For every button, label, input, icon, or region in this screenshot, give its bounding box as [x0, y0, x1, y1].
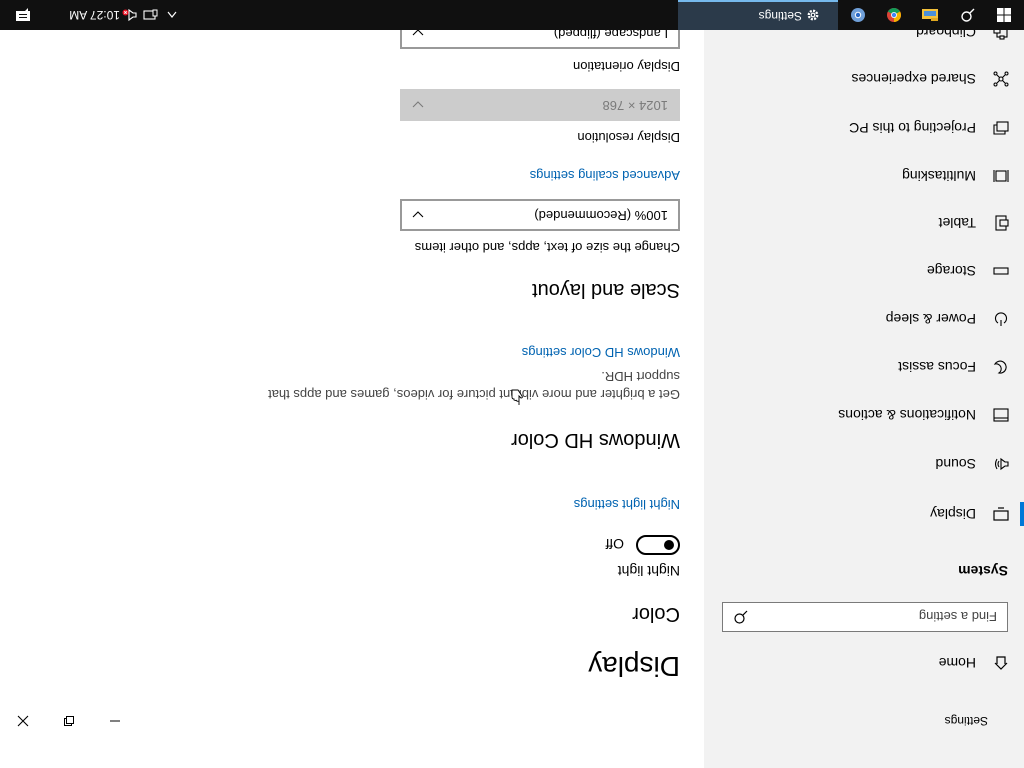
- sidebar-item-label: Multitasking: [902, 168, 976, 184]
- night-light-label: Night light: [617, 563, 680, 579]
- file-explorer-taskbar-button[interactable]: [916, 0, 944, 30]
- chevron-up-icon: [167, 11, 177, 18]
- color-heading: Color: [632, 603, 680, 625]
- scale-layout-heading: Scale and layout: [532, 279, 680, 301]
- power-icon: [992, 310, 1010, 328]
- active-indicator: [1020, 502, 1024, 526]
- sidebar-item-tablet[interactable]: Tablet: [704, 203, 1024, 243]
- sidebar-item-multitasking[interactable]: Multitasking: [704, 156, 1024, 196]
- projecting-icon: [992, 119, 1010, 137]
- resolution-dropdown[interactable]: 1024 × 768: [400, 89, 680, 121]
- active-app-underline: [678, 0, 838, 2]
- section-title: System: [958, 563, 1008, 579]
- chromium-taskbar-button[interactable]: [844, 0, 872, 30]
- hd-color-heading: Windows HD Color: [511, 429, 680, 451]
- sidebar-item-sound[interactable]: Sound: [704, 444, 1024, 484]
- scale-dropdown-value: 100% (Recommended): [534, 208, 668, 223]
- sidebar-item-label: Storage: [926, 263, 976, 279]
- sidebar-item-projecting[interactable]: Projecting to this PC: [704, 108, 1024, 148]
- network-tray-button[interactable]: [140, 0, 160, 30]
- sidebar-item-label: Display: [930, 506, 976, 522]
- screen-rotated-180: Settings Home System Display: [0, 0, 1024, 768]
- toggle-knob: [664, 540, 674, 550]
- hd-color-settings-link[interactable]: Windows HD Color settings: [522, 345, 680, 360]
- search-icon: [961, 8, 975, 22]
- scale-size-label: Change the size of text, apps, and other…: [414, 240, 680, 255]
- taskbar-app-label: Settings: [758, 9, 802, 23]
- sidebar-item-focus-assist[interactable]: Focus assist: [704, 347, 1024, 387]
- settings-sidebar: Settings Home System Display: [704, 24, 1024, 768]
- orientation-label: Display orientation: [573, 59, 680, 74]
- sidebar-item-label: Notifications & actions: [838, 407, 976, 423]
- sidebar-item-clipboard[interactable]: Clipboard: [704, 24, 1024, 52]
- sidebar-item-shared-experiences[interactable]: Shared experiences: [704, 59, 1024, 99]
- sidebar-item-label: Projecting to this PC: [849, 120, 976, 136]
- chrome-taskbar-button[interactable]: [880, 0, 908, 30]
- sidebar-item-label: Home: [938, 655, 976, 671]
- search-icon[interactable]: [733, 609, 749, 625]
- start-button[interactable]: [984, 0, 1024, 30]
- scale-dropdown[interactable]: 100% (Recommended): [400, 199, 680, 231]
- search-taskbar-button[interactable]: [952, 0, 984, 30]
- volume-tray-button[interactable]: [120, 0, 140, 30]
- sidebar-item-label: Focus assist: [898, 359, 976, 375]
- notification-icon: [992, 406, 1010, 424]
- resolution-label: Display resolution: [577, 130, 680, 145]
- search-input[interactable]: [757, 603, 1007, 631]
- sidebar-item-label: Tablet: [938, 215, 976, 231]
- taskbar: Settings 10:27 AM: [0, 0, 1024, 30]
- taskbar-clock[interactable]: 10:27 AM: [69, 8, 120, 22]
- shared-icon: [992, 70, 1010, 88]
- sidebar-item-display[interactable]: Display: [704, 494, 1024, 534]
- folder-icon: [922, 9, 938, 21]
- sidebar-item-label: Sound: [935, 456, 976, 472]
- night-light-state: Off: [605, 536, 624, 552]
- night-light-toggle[interactable]: [636, 535, 680, 555]
- action-center-button[interactable]: [0, 0, 46, 30]
- moon-icon: [992, 358, 1010, 376]
- speaker-icon: [992, 455, 1010, 473]
- sidebar-item-storage[interactable]: Storage: [704, 251, 1024, 291]
- tablet-icon: [992, 214, 1010, 232]
- chevron-down-icon: [412, 101, 424, 108]
- advanced-scaling-link[interactable]: Advanced scaling settings: [530, 168, 680, 183]
- sidebar-item-notifications[interactable]: Notifications & actions: [704, 395, 1024, 435]
- show-hidden-icons-button[interactable]: [162, 0, 182, 30]
- window-title: Settings: [944, 714, 988, 728]
- gear-icon: [807, 9, 819, 21]
- hd-color-description: Get a brighter and more vibrant picture …: [268, 369, 680, 402]
- home-icon: [992, 654, 1010, 672]
- hand-cursor-icon: [511, 389, 523, 405]
- settings-taskbar-button[interactable]: Settings: [678, 0, 838, 30]
- chrome-icon: [887, 8, 901, 22]
- night-light-settings-link[interactable]: Night light settings: [574, 497, 680, 512]
- page-title: Display: [588, 651, 680, 682]
- action-center-icon: [16, 8, 30, 21]
- display-settings-panel: Display Color Night light Off Night ligh…: [0, 17, 704, 768]
- monitor-icon: [992, 505, 1010, 523]
- multitasking-icon: [992, 167, 1010, 185]
- sidebar-item-power-sleep[interactable]: Power & sleep: [704, 299, 1024, 339]
- volume-muted-icon: [122, 8, 137, 22]
- windows-logo-icon: [997, 8, 1011, 22]
- sidebar-item-label: Shared experiences: [851, 71, 976, 87]
- search-box[interactable]: [722, 602, 1008, 632]
- resolution-dropdown-value: 1024 × 768: [602, 98, 668, 113]
- chevron-down-icon: [412, 211, 424, 218]
- network-icon: [143, 9, 158, 20]
- chromium-icon: [851, 8, 865, 22]
- sidebar-item-label: Power & sleep: [885, 311, 976, 327]
- sidebar-item-home[interactable]: Home: [704, 643, 1024, 683]
- storage-icon: [992, 262, 1010, 280]
